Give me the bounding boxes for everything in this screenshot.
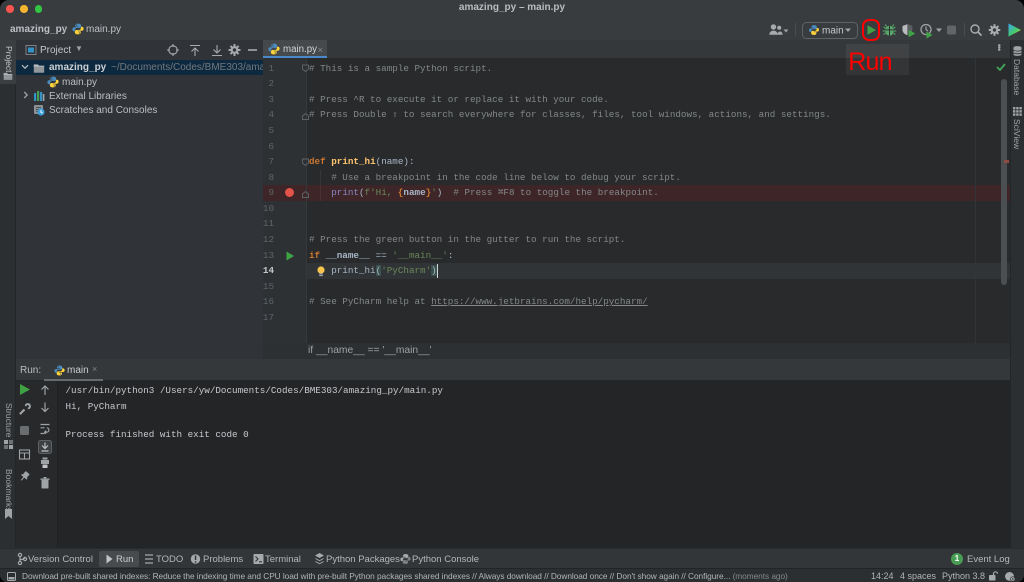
svg-text:main: main [822,26,844,37]
